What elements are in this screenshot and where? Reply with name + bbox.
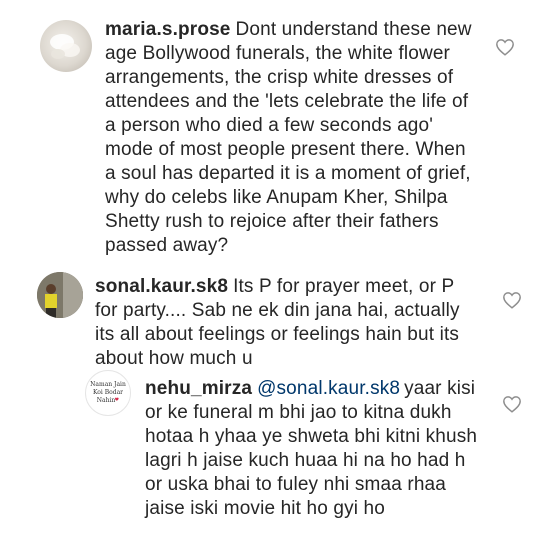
comment-username[interactable]: sonal.kaur.sk8 [95,276,228,297]
avatar[interactable] [40,20,92,72]
profile-photo-text-icon: Naman Jain Koi Bodar Nahin [90,381,126,404]
comment-username[interactable]: maria.s.prose [105,19,231,40]
comment-body: yaar kisi or ke funeral m bhi jao to kit… [145,378,478,519]
svg-text:Koi Bodar: Koi Bodar [93,389,123,396]
profile-photo-flower-icon [50,34,80,59]
like-heart-icon[interactable] [495,38,515,56]
comment-1: maria.s.prose Dont understand these new a… [0,0,548,265]
like-heart-icon[interactable] [502,291,522,309]
profile-photo-person-icon [37,272,83,318]
like-heart-icon[interactable] [502,395,522,413]
comment-text: maria.s.prose Dont understand these new a… [105,18,477,258]
svg-text:Naman Jain: Naman Jain [90,381,126,388]
avatar[interactable]: Naman Jain Koi Bodar Nahin [85,370,131,416]
comment-text: nehu_mirza @sonal.kaur.sk8 yaar kisi or ke… [145,377,481,521]
svg-text:Nahin: Nahin [97,397,116,404]
avatar[interactable] [37,272,83,318]
comment-username[interactable]: nehu_mirza [145,378,252,399]
comment-2: sonal.kaur.sk8 Its P for prayer meet, or … [0,265,548,375]
comment-3-reply: Naman Jain Koi Bodar Nahin nehu_mirza @so… [0,365,548,549]
comment-text: sonal.kaur.sk8 Its P for prayer meet, or … [95,275,467,371]
comment-body: Dont understand these new age Bollywood … [105,19,472,256]
mention-link[interactable]: @sonal.kaur.sk8 [257,378,400,399]
